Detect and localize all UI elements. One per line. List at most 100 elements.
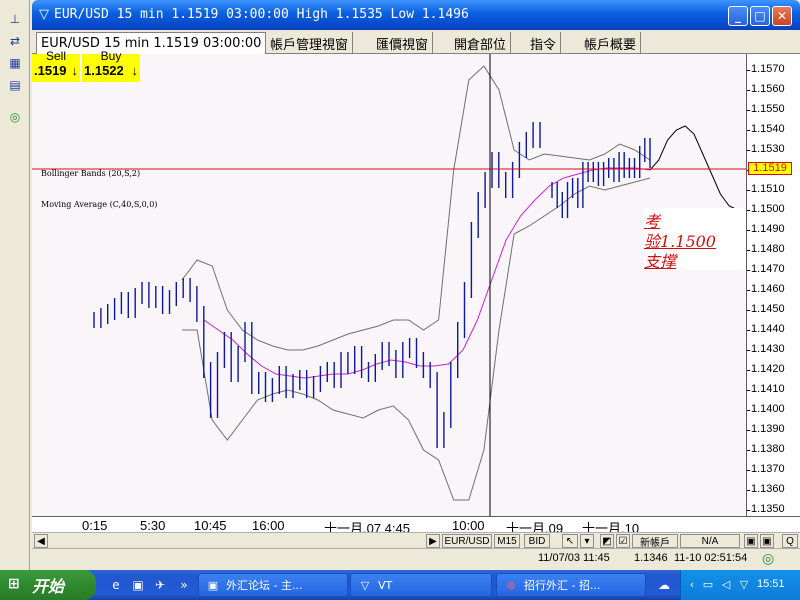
volume-icon[interactable]: ◁ xyxy=(719,578,733,592)
scroll-left-button[interactable]: ◀ xyxy=(34,534,48,548)
draw-tool-icon[interactable]: ↖ xyxy=(562,534,578,548)
period-selector[interactable]: M15 xyxy=(494,534,520,548)
symbol-selector[interactable]: EUR/USD xyxy=(442,534,492,548)
price-label: 1.1350 xyxy=(751,503,785,515)
price-tick xyxy=(747,210,750,211)
price-label: 1.1540 xyxy=(751,123,785,135)
swap-arrows-icon[interactable]: ⇄ xyxy=(5,32,25,50)
tab-account-management[interactable]: 帳戶管理視窗 xyxy=(266,32,354,54)
q-button[interactable]: Q xyxy=(782,534,798,548)
price-tick xyxy=(747,250,750,251)
time-label: 0:15 xyxy=(82,518,108,533)
scroll-right-button[interactable]: ▶ xyxy=(426,534,440,548)
explorer-icon[interactable]: ▣ xyxy=(130,577,146,593)
status-time: 11-10 02:51:54 xyxy=(674,552,748,564)
price-label: 1.1510 xyxy=(751,183,785,195)
chart-window: ▽ EUR/USD 15 min 1.1519 03:00:00 High 1.… xyxy=(32,0,800,570)
bars-icon[interactable]: ▤ xyxy=(5,76,25,94)
window-icon: ▣ xyxy=(207,578,219,592)
window-title: EUR/USD 15 min 1.1519 03:00:00 High 1.15… xyxy=(54,7,469,22)
price-label: 1.1410 xyxy=(751,383,785,395)
price-side-selector[interactable]: BID xyxy=(524,534,550,548)
na-field[interactable]: N/A xyxy=(680,534,740,548)
network-icon[interactable]: ▭ xyxy=(701,578,715,592)
close-button[interactable]: ✕ xyxy=(772,6,792,26)
buy-box[interactable]: Buy 1.1522 ↓ xyxy=(82,49,140,82)
tab-quotes[interactable]: 匯價視窗 xyxy=(372,32,434,54)
taskbar-item-label: 招行外汇 - 招... xyxy=(524,579,601,592)
title-bar[interactable]: ▽ EUR/USD 15 min 1.1519 03:00:00 High 1.… xyxy=(32,0,800,30)
status-date: 11/07/03 11:45 xyxy=(538,552,610,564)
price-tick xyxy=(747,150,750,151)
price-tick xyxy=(747,310,750,311)
bollinger-upper-band xyxy=(181,65,651,351)
language-icon[interactable]: ☁ xyxy=(656,577,672,593)
price-label: 1.1490 xyxy=(751,223,785,235)
tab-account-summary[interactable]: 帳戶概要 xyxy=(580,32,642,54)
price-label: 1.1450 xyxy=(751,303,785,315)
sell-box[interactable]: Sell .1519 ↓ xyxy=(32,49,80,82)
status-row: 11/07/03 11:45 1.1346 11-10 02:51:54 ◎ xyxy=(32,548,800,568)
cursor-tool-icon[interactable]: ⊥ xyxy=(5,10,25,28)
taskbar-item-forum[interactable]: ▣ 外汇论坛 - 主... xyxy=(198,573,348,597)
price-label: 1.1480 xyxy=(751,243,785,255)
price-label: 1.1570 xyxy=(751,63,785,75)
price-label: 1.1390 xyxy=(751,423,785,435)
price-label: 1.1400 xyxy=(751,403,785,415)
system-tray: ‹ ▭ ◁ ▽ 15:51 xyxy=(680,570,800,600)
price-tick xyxy=(747,510,750,511)
moving-average-label[interactable]: Moving Average (C,40,S,0,0) xyxy=(41,200,157,209)
price-tick xyxy=(747,70,750,71)
tab-open-positions[interactable]: 開倉部位 xyxy=(450,32,512,54)
price-label: 1.1530 xyxy=(751,143,785,155)
vt-icon: ▽ xyxy=(360,578,370,592)
price-tick xyxy=(747,330,750,331)
tab-orders[interactable]: 指令 xyxy=(526,32,562,54)
dropdown-icon[interactable]: ▾ xyxy=(580,534,594,548)
price-tick xyxy=(747,270,750,271)
price-tick xyxy=(747,190,750,191)
start-label: 开始 xyxy=(32,577,65,596)
tool-icon[interactable]: ▣ xyxy=(760,534,774,548)
time-label: 16:00 xyxy=(252,518,285,533)
price-scale[interactable]: 1.15701.15601.15501.15401.15301.15201.15… xyxy=(746,54,800,516)
target-icon[interactable]: ◎ xyxy=(5,108,25,126)
chart-tool-icon[interactable]: ◩ xyxy=(600,534,614,548)
current-price-badge: 1.1519 xyxy=(748,162,792,175)
price-label: 1.1420 xyxy=(751,363,785,375)
expand-icon[interactable]: » xyxy=(176,577,192,593)
price-tick xyxy=(747,230,750,231)
tool-icon[interactable]: ▣ xyxy=(744,534,758,548)
chart-area[interactable]: Sell .1519 ↓ Buy 1.1522 ↓ Bollinger Band… xyxy=(32,49,800,516)
vt-tray-icon[interactable]: ▽ xyxy=(737,578,751,592)
price-tick xyxy=(747,290,750,291)
time-label: 10:00 xyxy=(452,518,485,533)
windows-logo-icon: ⊞ xyxy=(8,576,20,592)
ie-icon[interactable]: e xyxy=(108,577,124,593)
taskbar: ⊞ 开始 e ▣ ✈ » ▣ 外汇论坛 - 主... ▽ VT ⊛ 招行外汇 -… xyxy=(0,570,800,600)
checkbox-icon[interactable]: ☑ xyxy=(616,534,630,548)
price-tick xyxy=(747,470,750,471)
price-tick xyxy=(747,350,750,351)
buy-arrow-icon: ↓ xyxy=(131,63,139,78)
annotation-line-3: 支撑 xyxy=(644,252,677,271)
maximize-button[interactable]: □ xyxy=(750,6,770,26)
time-label: 5:30 xyxy=(140,518,166,533)
tray-back-icon[interactable]: ‹ xyxy=(685,578,699,592)
taskbar-item-label: 外汇论坛 - 主... xyxy=(226,579,303,592)
price-label: 1.1550 xyxy=(751,103,785,115)
start-button[interactable]: ⊞ 开始 xyxy=(0,570,96,600)
taskbar-item-label: VT xyxy=(378,578,393,592)
minimize-button[interactable]: _ xyxy=(728,6,748,26)
left-toolbar: ⊥ ⇄ ▦ ▤ ◎ xyxy=(0,0,30,570)
grid-icon[interactable]: ▦ xyxy=(5,54,25,72)
account-selector[interactable]: 新帳戶 xyxy=(632,534,678,549)
quicklaunch-icon[interactable]: ✈ xyxy=(152,577,168,593)
price-tick xyxy=(747,110,750,111)
bollinger-label[interactable]: Bollinger Bands (20,S,2) xyxy=(41,169,140,178)
tab-bar: EUR/USD 15 min 1.1519 03:00:00 帳戶管理視窗 匯價… xyxy=(32,30,800,54)
taskbar-item-vt[interactable]: ▽ VT xyxy=(350,573,492,597)
connection-status-icon: ◎ xyxy=(762,550,775,566)
taskbar-item-cmb[interactable]: ⊛ 招行外汇 - 招... xyxy=(496,573,646,597)
app-logo-icon: ▽ xyxy=(39,7,49,22)
